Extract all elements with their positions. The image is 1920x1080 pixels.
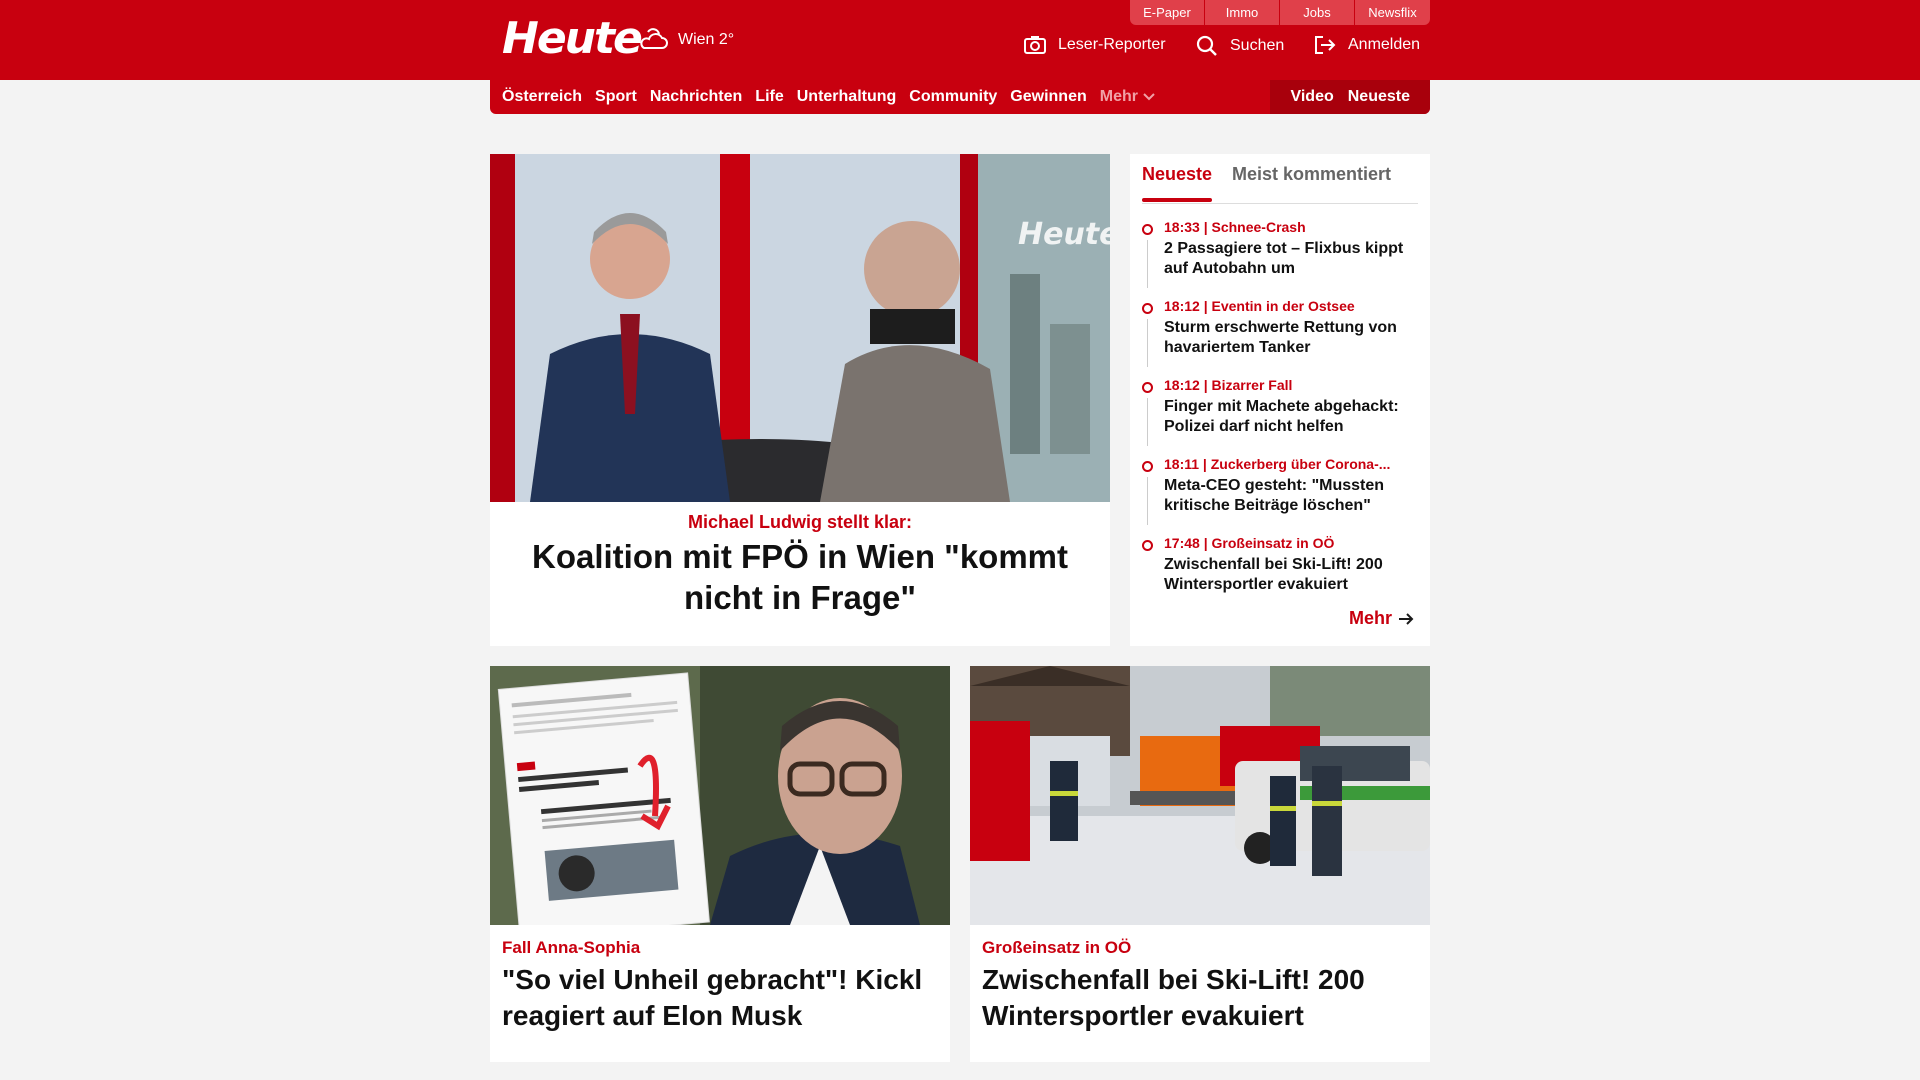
timeline-dot-icon	[1142, 224, 1153, 235]
image-watermark: Heute	[1018, 217, 1110, 252]
item-meta: 17:48 | Großeinsatz in OÖ	[1164, 535, 1335, 551]
camera-icon	[1024, 36, 1046, 54]
article-image[interactable]	[490, 666, 950, 925]
heute-logo[interactable]: Heute	[502, 14, 643, 64]
list-item[interactable]: 18:12 | Eventin in der Ostsee Sturm ersc…	[1142, 297, 1418, 376]
timeline-dot-icon	[1142, 540, 1153, 551]
leser-reporter-link[interactable]: Leser-Reporter	[1024, 35, 1166, 55]
hero-image[interactable]: Heute	[490, 154, 1110, 502]
card-kicker[interactable]: Großeinsatz in OÖ	[982, 938, 1131, 958]
timeline-dot-icon	[1142, 382, 1153, 393]
nav-item-sport[interactable]: Sport	[595, 88, 637, 106]
nav-item-video[interactable]: Video	[1290, 88, 1333, 106]
item-title[interactable]: Finger mit Machete abgehackt: Polizei da…	[1164, 397, 1418, 437]
main-navigation: Österreich Sport Nachrichten Life Unterh…	[490, 80, 1430, 114]
hero-article[interactable]: Heute Michael Ludwig stellt klar: Koalit…	[490, 154, 1110, 646]
leser-reporter-label: Leser-Reporter	[1058, 36, 1166, 53]
item-meta: 18:12 | Bizarrer Fall	[1164, 377, 1293, 393]
list-item[interactable]: 18:11 | Zuckerberg über Corona-... Meta-…	[1142, 455, 1418, 534]
tab-neueste[interactable]: Neueste	[1142, 164, 1213, 202]
latest-news-sidebar: Neueste Meist kommentiert 18:33 | Schnee…	[1130, 154, 1430, 646]
nav-item-neueste[interactable]: Neueste	[1348, 88, 1410, 106]
item-meta: 18:11 | Zuckerberg über Corona-...	[1164, 456, 1391, 472]
sidebar-tabs: Neueste Meist kommentiert	[1142, 164, 1418, 204]
list-item[interactable]: 17:48 | Großeinsatz in OÖ Zwischenfall b…	[1142, 534, 1418, 613]
item-meta: 18:33 | Schnee-Crash	[1164, 219, 1306, 235]
nav-item-gewinnen[interactable]: Gewinnen	[1010, 88, 1086, 106]
login-icon	[1315, 36, 1336, 54]
nav-item-community[interactable]: Community	[909, 88, 997, 106]
item-title[interactable]: Zwischenfall bei Ski-Lift! 200 Winterspo…	[1164, 555, 1418, 595]
article-image[interactable]	[970, 666, 1430, 925]
item-title[interactable]: Meta-CEO gesteht: "Mussten kritische Bei…	[1164, 476, 1418, 516]
nav-item-life[interactable]: Life	[755, 88, 783, 106]
hero-headline[interactable]: Koalition mit FPÖ in Wien "kommt nicht i…	[500, 536, 1100, 618]
item-title[interactable]: 2 Passagiere tot – Flixbus kippt auf Aut…	[1164, 239, 1418, 279]
tab-meist-kommentiert[interactable]: Meist kommentiert	[1232, 164, 1391, 185]
search-link[interactable]: Suchen	[1196, 35, 1284, 57]
timeline-line	[1147, 319, 1148, 367]
nav-right-group: Video Neueste	[1270, 80, 1430, 114]
card-kicker[interactable]: Fall Anna-Sophia	[502, 938, 640, 958]
search-icon	[1196, 35, 1217, 56]
card-headline[interactable]: "So viel Unheil gebracht"! Kickl reagier…	[502, 962, 942, 1034]
list-item[interactable]: 18:33 | Schnee-Crash 2 Passagiere tot – …	[1142, 218, 1418, 297]
tab-jobs[interactable]: Jobs	[1280, 0, 1355, 25]
sidebar-more-link[interactable]: Mehr	[1349, 608, 1414, 629]
timeline-line	[1147, 240, 1148, 288]
nav-item-unterhaltung[interactable]: Unterhaltung	[797, 88, 897, 106]
cloud-sun-icon	[640, 28, 668, 49]
hero-kicker[interactable]: Michael Ludwig stellt klar:	[490, 512, 1110, 533]
tab-epaper[interactable]: E-Paper	[1130, 0, 1205, 25]
article-card-kickl[interactable]: Fall Anna-Sophia "So viel Unheil gebrach…	[490, 666, 950, 1062]
nav-more-dropdown[interactable]: Mehr	[1100, 88, 1156, 106]
weather-text: Wien 2°	[678, 31, 735, 48]
card-headline[interactable]: Zwischenfall bei Ski-Lift! 200 Winterspo…	[982, 962, 1422, 1034]
nav-item-oesterreich[interactable]: Österreich	[502, 88, 582, 106]
item-title[interactable]: Sturm erschwerte Rettung von havariertem…	[1164, 318, 1418, 358]
login-label: Anmelden	[1348, 36, 1421, 53]
site-header: Heute Wien 2° E-Paper Immo Jobs Newsflix…	[0, 0, 1920, 80]
timeline-dot-icon	[1142, 461, 1153, 472]
nav-item-nachrichten[interactable]: Nachrichten	[650, 88, 742, 106]
login-link[interactable]: Anmelden	[1314, 35, 1420, 55]
chevron-down-icon	[1143, 93, 1155, 101]
search-label: Suchen	[1230, 37, 1285, 54]
timeline-line	[1147, 398, 1148, 446]
service-tabs: E-Paper Immo Jobs Newsflix	[1130, 0, 1430, 25]
list-item[interactable]: 18:12 | Bizarrer Fall Finger mit Machete…	[1142, 376, 1418, 455]
tab-immo[interactable]: Immo	[1205, 0, 1280, 25]
tab-newsflix[interactable]: Newsflix	[1355, 0, 1430, 25]
arrow-right-icon	[1399, 612, 1414, 625]
timeline-line	[1147, 477, 1148, 525]
article-card-ski-lift[interactable]: Großeinsatz in OÖ Zwischenfall bei Ski-L…	[970, 666, 1430, 1062]
sidebar-more-label: Mehr	[1348, 608, 1392, 628]
nav-more-label: Mehr	[1099, 88, 1138, 105]
weather-widget[interactable]: Wien 2°	[638, 26, 734, 54]
item-meta: 18:12 | Eventin in der Ostsee	[1164, 298, 1355, 314]
news-timeline: 18:33 | Schnee-Crash 2 Passagiere tot – …	[1142, 218, 1418, 613]
timeline-dot-icon	[1142, 303, 1153, 314]
